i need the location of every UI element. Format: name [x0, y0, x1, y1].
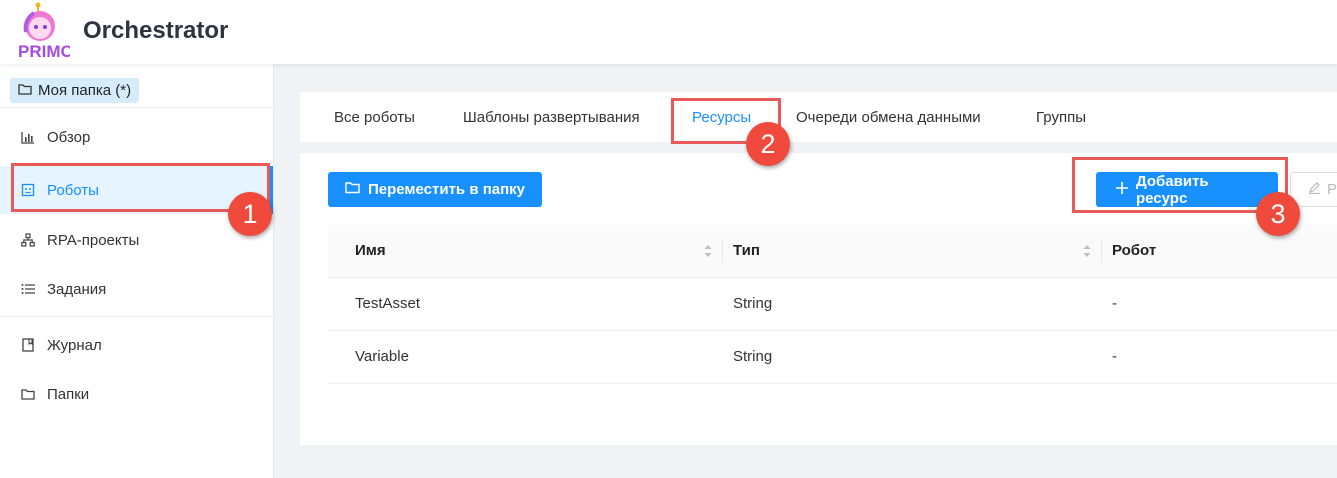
folder-icon [345, 181, 360, 198]
chart-bar-icon [20, 130, 35, 145]
svg-text:PRIMO: PRIMO [18, 42, 70, 60]
table-row[interactable]: Variable String - [328, 330, 1337, 384]
sidebar-item-jobs[interactable]: Задания [0, 265, 273, 313]
step-badge-1: 1 [228, 192, 272, 236]
cell-type: String [723, 330, 1102, 384]
assets-table: Имя Тип Робот TestAsset String - Variabl… [328, 225, 1337, 384]
divider [0, 316, 273, 317]
app-title: Orchestrator [83, 17, 229, 44]
folder-icon [18, 78, 32, 103]
move-to-folder-label: Переместить в папку [368, 181, 526, 198]
cell-robot: - [1102, 330, 1337, 384]
app-header: PRIMO Orchestrator [0, 0, 1337, 64]
edit-asset-label: Р [1327, 181, 1337, 198]
column-header-type[interactable]: Тип [723, 225, 1102, 278]
sidebar-item-folders[interactable]: Папки [0, 370, 273, 418]
edit-asset-button[interactable]: Р [1290, 172, 1337, 207]
column-header-robot[interactable]: Робот [1102, 225, 1337, 278]
folder-chip-label: Моя папка (*) [38, 82, 132, 99]
sidebar: Моя папка (*) Обзор Роботы RPA-проекты З… [0, 64, 274, 478]
cell-name: TestAsset [328, 277, 723, 331]
pencil-icon [1308, 181, 1321, 198]
sidebar-item-label: RPA-проекты [47, 231, 140, 249]
primo-logo[interactable]: PRIMO [14, 2, 74, 61]
sidebar-item-label: Журнал [47, 336, 102, 354]
divider [0, 107, 273, 108]
step-badge-3: 3 [1256, 192, 1300, 236]
tabs-bar: Все роботы Шаблоны развертывания Ресурсы… [300, 92, 1337, 142]
tab-groups[interactable]: Группы [1036, 92, 1086, 142]
cell-name: Variable [328, 330, 723, 384]
sort-icon[interactable] [1082, 242, 1092, 260]
column-header-name[interactable]: Имя [328, 225, 723, 278]
hierarchy-icon [20, 233, 35, 248]
cell-type: String [723, 277, 1102, 331]
sidebar-item-label: Папки [47, 385, 90, 403]
sidebar-item-label: Обзор [47, 128, 91, 146]
sidebar-item-overview[interactable]: Обзор [0, 113, 273, 161]
tab-all-robots[interactable]: Все роботы [334, 92, 415, 142]
current-folder-chip[interactable]: Моя папка (*) [10, 78, 140, 103]
table-header-row: Имя Тип Робот [328, 225, 1337, 278]
table-row[interactable]: TestAsset String - [328, 277, 1337, 331]
tab-deployment-templates[interactable]: Шаблоны развертывания [463, 92, 640, 142]
move-to-folder-button[interactable]: Переместить в папку [328, 172, 543, 207]
step-badge-2: 2 [746, 122, 790, 166]
sidebar-item-journal[interactable]: Журнал [0, 321, 273, 369]
tab-data-queues[interactable]: Очереди обмена данными [796, 92, 981, 142]
book-icon [20, 338, 35, 353]
sidebar-item-label: Задания [47, 280, 107, 298]
cell-robot: - [1102, 277, 1337, 331]
folder-icon [20, 387, 35, 402]
sort-icon[interactable] [703, 242, 713, 260]
highlight-box-add-asset [1072, 157, 1288, 213]
list-icon [20, 282, 35, 297]
